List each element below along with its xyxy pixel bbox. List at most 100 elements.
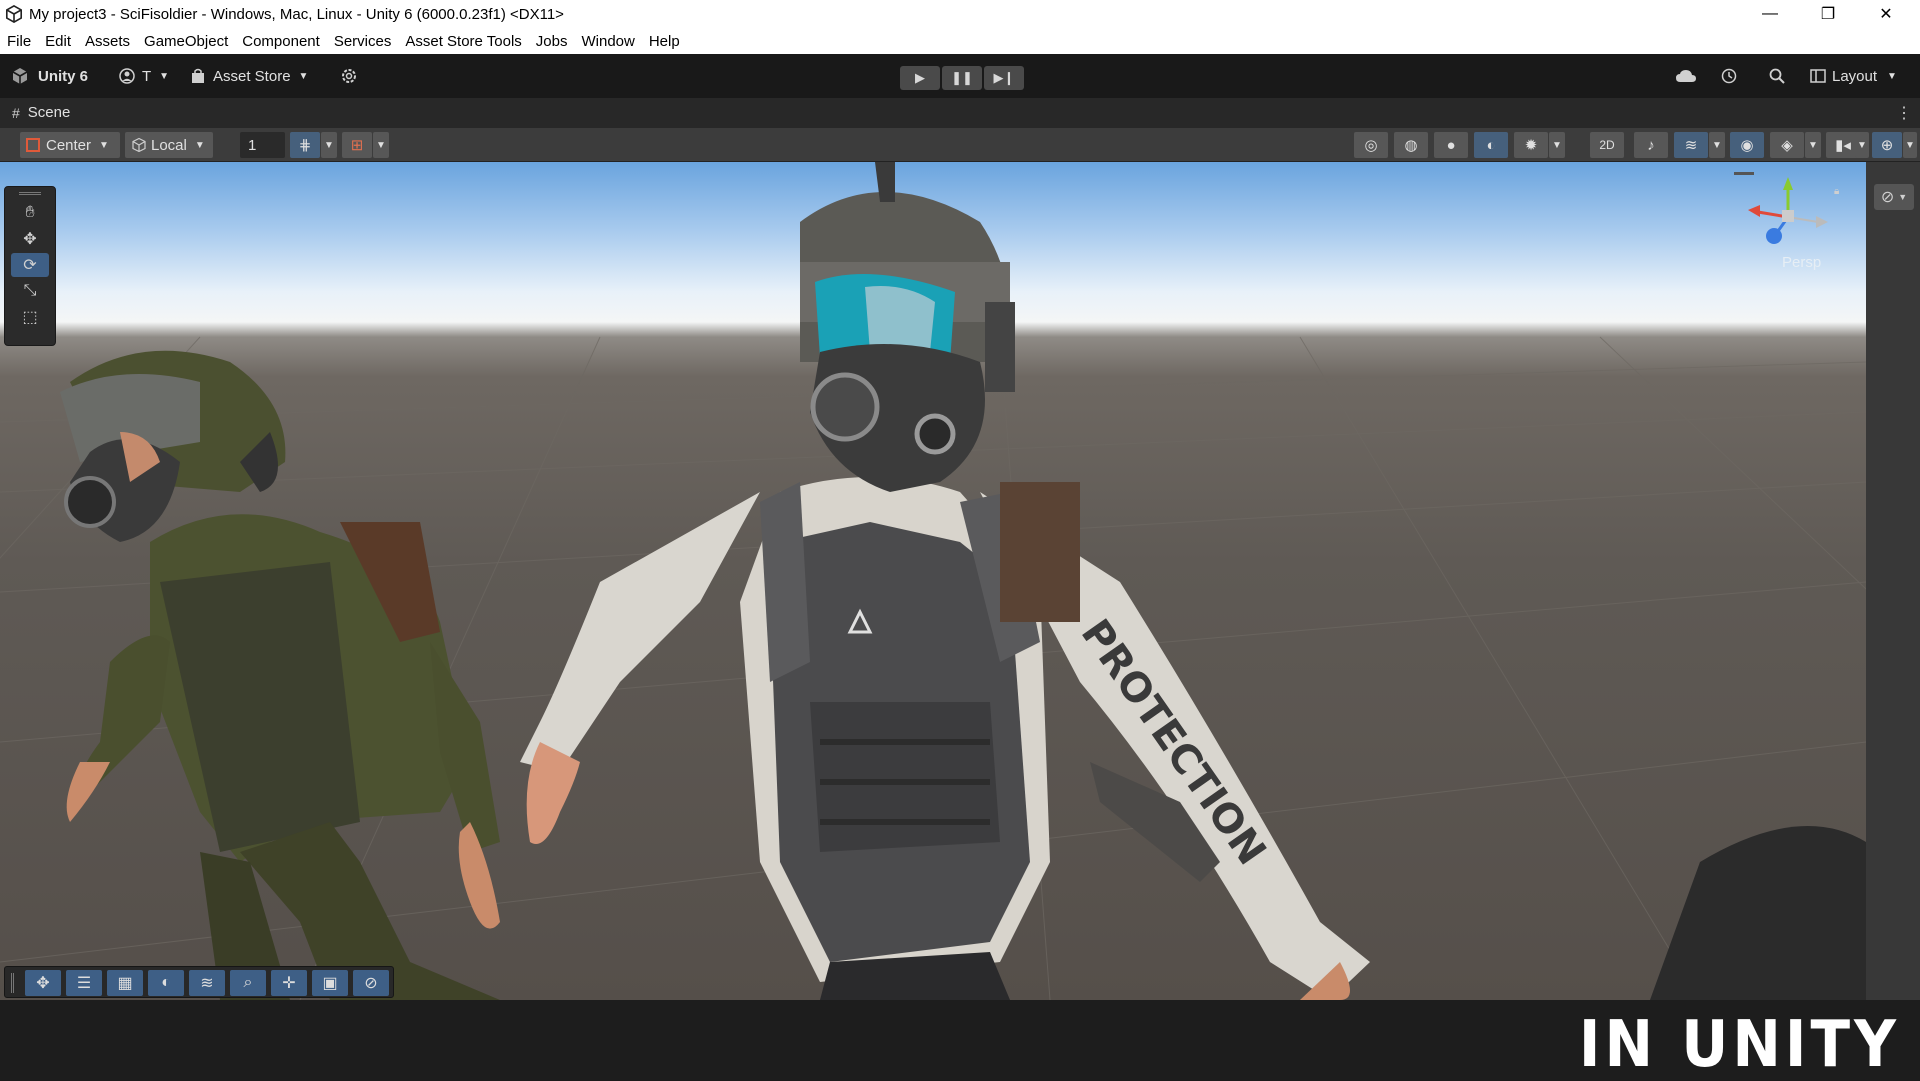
soldier-green-model[interactable] [60, 350, 500, 1000]
shaded-toggle[interactable]: ● [1434, 132, 1468, 158]
move-tool-button[interactable]: ✥ [11, 227, 49, 251]
overlay-camera-button[interactable]: ▣ [312, 970, 348, 996]
overlay-search-button[interactable]: ⌕ [230, 970, 266, 996]
navigation-icon: ✛ [282, 975, 296, 992]
effects-dropdown[interactable]: ▼ [1709, 132, 1725, 158]
axis-gizmo-icon [1748, 177, 1828, 244]
panel-drag-handle[interactable] [19, 192, 41, 195]
close-button[interactable]: ✕ [1863, 0, 1909, 28]
space-dropdown[interactable]: Local ▼ [125, 132, 213, 158]
more-options-icon[interactable]: ⋮ [1896, 103, 1912, 123]
space-label: Local [151, 136, 187, 154]
overlay-grid-button[interactable]: ▦ [107, 970, 143, 996]
projection-label[interactable]: Persp [1782, 254, 1821, 271]
audio-toggle[interactable]: ♪ [1634, 132, 1668, 158]
layers-dropdown[interactable]: ▼ [1805, 132, 1821, 158]
menu-assets[interactable]: Assets [78, 33, 137, 50]
overlay-navigation-button[interactable]: ✛ [271, 970, 307, 996]
menu-gameobject[interactable]: GameObject [137, 33, 235, 50]
soldier-white-model[interactable]: PROTECTION [520, 162, 1370, 1000]
maximize-button[interactable]: ❐ [1805, 0, 1851, 28]
cloud-button[interactable] [1675, 62, 1697, 90]
minimize-button[interactable]: — [1747, 0, 1793, 28]
effects-toggle[interactable]: ≋ [1674, 132, 1708, 158]
overlay-layers-button[interactable]: ≋ [189, 970, 225, 996]
orientation-menu-button[interactable]: ⊘ ▼ [1874, 184, 1914, 210]
toolbar-drag-handle[interactable] [11, 973, 14, 993]
camera-icon: ▮◂ [1835, 137, 1851, 154]
debug-dropdown[interactable]: ▼ [1549, 132, 1565, 158]
scene-toolbar: Center ▼ Local ▼ 1 ⋕ ▼ ⊞ ▼ ◎ ◍ ● ◐ ✹ ▼ 2… [0, 128, 1920, 162]
gizmos-dropdown[interactable]: ▼ [1903, 132, 1917, 158]
camera-dropdown[interactable]: ▼ [1855, 132, 1869, 158]
history-button[interactable] [1720, 62, 1738, 90]
chevron-down-icon: ▼ [1712, 139, 1722, 151]
unity-account-button[interactable]: Unity 6 [10, 62, 88, 90]
search-button[interactable] [1768, 62, 1786, 90]
draw-mode-toggle[interactable]: ◎ [1354, 132, 1388, 158]
account-label: T [142, 67, 152, 85]
moon-sphere-icon: ◐ [1486, 136, 1496, 154]
menu-services[interactable]: Services [327, 33, 399, 50]
menu-asset-store-tools[interactable]: Asset Store Tools [398, 33, 528, 50]
tab-scene[interactable]: # Scene [12, 104, 70, 121]
lighting-toggle[interactable]: ◐ [1474, 132, 1508, 158]
hand-tool-button[interactable]: ✋︎ [11, 201, 49, 225]
shopping-bag-icon [192, 68, 204, 83]
rect-tool-button[interactable]: ⬚ [11, 305, 49, 329]
globe-shaded-wire-icon: ◍ [1404, 137, 1418, 154]
overlay-right-strip: ⊘ ▼ [1866, 162, 1920, 1000]
restore-icon: ❐ [1820, 6, 1836, 23]
scale-tool-button[interactable]: ⤡ [11, 279, 49, 303]
shaded-wire-toggle[interactable]: ◍ [1394, 132, 1428, 158]
overlay-sliders-button[interactable]: ☰ [66, 970, 102, 996]
menu-window[interactable]: Window [574, 33, 641, 50]
grid-snap-toggle[interactable]: ⋕ [290, 132, 320, 158]
gizmo-drag-handle[interactable] [1734, 172, 1754, 175]
pivot-dropdown[interactable]: Center ▼ [20, 132, 120, 158]
menu-help[interactable]: Help [642, 33, 687, 50]
grid-size-input[interactable]: 1 [240, 132, 285, 158]
debug-toggle[interactable]: ✹ [1514, 132, 1548, 158]
account-dropdown[interactable]: T ▼ [118, 62, 169, 90]
visibility-toggle[interactable]: ◉ [1730, 132, 1764, 158]
pivot-label: Center [46, 136, 92, 154]
pause-button[interactable]: ❚❚ [942, 66, 982, 90]
sphere-icon: ● [1446, 136, 1456, 154]
overlay-move-button[interactable]: ✥ [25, 970, 61, 996]
menu-file[interactable]: File [0, 33, 38, 50]
audio-mute-icon: ♪ [1647, 136, 1655, 154]
rect-transform-icon: ⬚ [22, 309, 38, 326]
compass-icon: ⊘ [1880, 189, 1895, 206]
settings-button[interactable] [340, 62, 358, 90]
layout-icon [1810, 69, 1826, 83]
chevron-down-icon: ▼ [1857, 139, 1867, 151]
scene-orientation-gizmo[interactable]: Persp [1738, 172, 1838, 292]
minimize-icon: — [1762, 5, 1778, 22]
increment-snap-toggle[interactable]: ⊞ [342, 132, 372, 158]
scene-viewport[interactable]: PROTECTION Persp 🔒︎ [0, 162, 1866, 1000]
menu-jobs[interactable]: Jobs [529, 33, 575, 50]
compass-icon: ⊘ [364, 975, 378, 992]
layers-toggle[interactable]: ◈ [1770, 132, 1804, 158]
menu-edit[interactable]: Edit [38, 33, 78, 50]
step-button[interactable]: ▶❙ [984, 66, 1024, 90]
chevron-down-icon: ▼ [1808, 139, 1818, 151]
play-button[interactable]: ▶ [900, 66, 940, 90]
scene-render: PROTECTION [0, 162, 1866, 1000]
increment-snap-dropdown[interactable]: ▼ [373, 132, 389, 158]
rotate-icon: ⟳ [23, 257, 37, 274]
2d-toggle[interactable]: 2D [1590, 132, 1624, 158]
layout-dropdown[interactable]: Layout ▼ [1810, 62, 1897, 90]
rotate-tool-button[interactable]: ⟳ [11, 253, 49, 277]
grid-snap-dropdown[interactable]: ▼ [321, 132, 337, 158]
grid-hash-icon: # [12, 104, 20, 121]
overlay-lighting-button[interactable]: ◐ [148, 970, 184, 996]
asset-store-dropdown[interactable]: Asset Store ▼ [191, 62, 308, 90]
play-icon: ▶ [915, 70, 925, 85]
lock-icon[interactable]: 🔒︎ [1834, 186, 1839, 197]
menu-component[interactable]: Component [235, 33, 327, 50]
chevron-down-icon: ▼ [1552, 139, 1562, 151]
gizmos-toggle[interactable]: ⊕ [1872, 132, 1902, 158]
overlay-compass-button[interactable]: ⊘ [353, 970, 389, 996]
